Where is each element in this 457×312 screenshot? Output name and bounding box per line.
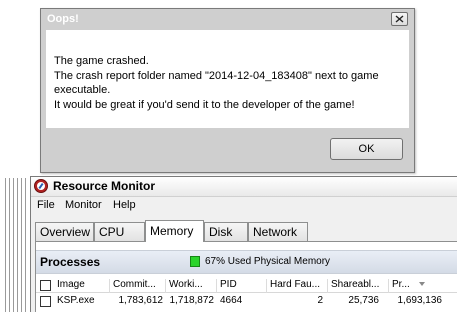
column-commit[interactable]: Commit...: [110, 279, 166, 293]
cell-shareable: 25,736: [348, 295, 379, 306]
cell-pid: 4664: [220, 295, 243, 306]
message-line: executable.: [54, 84, 111, 96]
memory-usage-text: 67% Used Physical Memory: [205, 256, 331, 267]
cell-commit: 1,783,612: [118, 295, 164, 306]
sort-descending-icon: [419, 282, 425, 286]
background-window-edge: [5, 178, 6, 312]
column-hard-faults[interactable]: Hard Fau...: [267, 279, 328, 293]
cell-private: 1,693,136: [397, 295, 443, 306]
background-window-edge: [17, 178, 18, 312]
resource-monitor-app-icon: [34, 179, 48, 193]
memory-usage-indicator: [190, 256, 200, 267]
message-line: The crash report folder named "2014-12-0…: [54, 70, 379, 82]
cell-image: KSP.exe: [57, 295, 95, 306]
window-title: Resource Monitor: [53, 179, 156, 193]
select-all-checkbox[interactable]: [40, 280, 51, 291]
dialog-title: Oops!: [47, 13, 79, 25]
tab-overview[interactable]: Overview: [35, 222, 94, 241]
tab-cpu[interactable]: CPU: [94, 222, 145, 241]
menu-file[interactable]: File: [37, 199, 55, 211]
message-line: The game crashed.: [54, 55, 149, 67]
crash-dialog: Oops! The game crashed. The crash report…: [40, 8, 415, 173]
resource-monitor-window: Resource Monitor File Monitor Help Overv…: [30, 176, 457, 312]
resource-monitor-titlebar[interactable]: Resource Monitor: [31, 177, 457, 197]
tab-disk[interactable]: Disk: [204, 222, 248, 241]
menu-help[interactable]: Help: [113, 199, 136, 211]
tab-memory[interactable]: Memory: [145, 220, 204, 242]
tab-strip: Overview CPU Memory Disk Network: [35, 220, 455, 242]
menu-monitor[interactable]: Monitor: [65, 199, 102, 211]
ok-button[interactable]: OK: [330, 138, 403, 160]
background-window-edge: [25, 178, 26, 312]
background-window-edge: [9, 178, 10, 312]
table-row[interactable]: KSP.exe 1,783,612 1,718,872 4664 2 25,73…: [36, 294, 457, 309]
column-shareable[interactable]: Shareabl...: [328, 279, 389, 293]
cell-hard-faults: 2: [317, 295, 323, 306]
row-checkbox[interactable]: [40, 296, 51, 307]
dialog-message-area: The game crashed. The crash report folde…: [46, 30, 409, 128]
background-window-edge: [21, 178, 22, 312]
memory-panel: Processes 67% Used Physical Memory Image…: [35, 242, 457, 312]
close-icon: [395, 15, 404, 23]
column-pid[interactable]: PID: [217, 279, 267, 293]
column-image[interactable]: Image: [54, 279, 110, 293]
close-button[interactable]: [391, 12, 408, 26]
tab-network[interactable]: Network: [248, 222, 308, 241]
menu-bar: File Monitor Help: [31, 197, 457, 215]
message-line: It would be great if you'd send it to th…: [54, 99, 355, 111]
background-window-edge: [13, 178, 14, 312]
column-working-set[interactable]: Worki...: [166, 279, 217, 293]
process-table-header: Image Commit... Worki... PID Hard Fau...…: [36, 278, 457, 293]
cell-working-set: 1,718,872: [169, 295, 215, 306]
processes-section-header[interactable]: Processes 67% Used Physical Memory: [36, 250, 457, 274]
processes-title: Processes: [40, 255, 101, 269]
